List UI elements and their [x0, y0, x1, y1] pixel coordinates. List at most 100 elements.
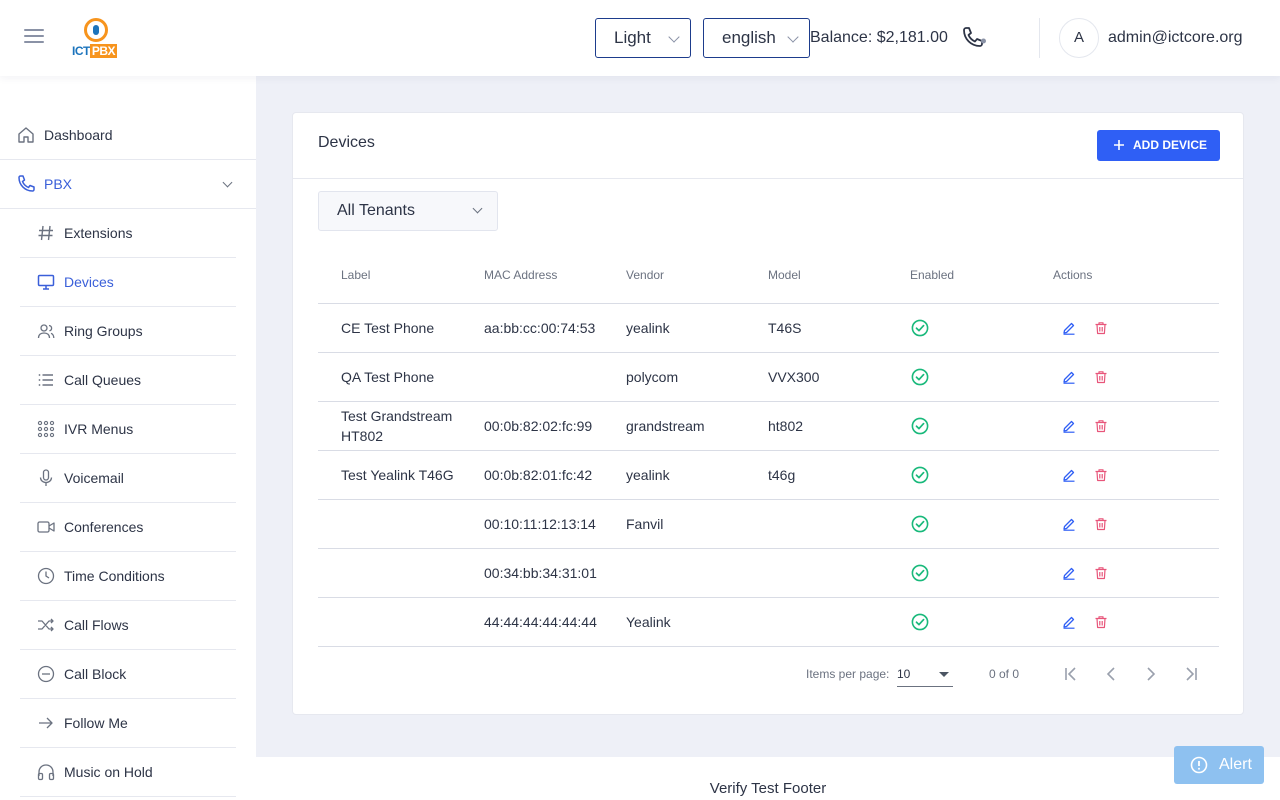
language-select[interactable]: english	[703, 18, 810, 58]
balance-display: Balance: $2,181.00	[810, 29, 948, 46]
edit-icon[interactable]	[1062, 321, 1076, 335]
enabled-check-icon	[911, 515, 929, 533]
sidebar-item-label: Ring Groups	[64, 323, 143, 339]
edit-icon[interactable]	[1062, 419, 1076, 433]
add-device-label: ADD DEVICE	[1133, 138, 1208, 152]
users-icon	[37, 324, 55, 339]
sidebar-item-label: Extensions	[64, 225, 133, 241]
monitor-icon	[37, 274, 55, 290]
sidebar-item-label: Voicemail	[64, 470, 124, 486]
video-camera-icon	[37, 521, 55, 533]
delete-icon[interactable]	[1094, 419, 1108, 433]
items-per-page-value: 10	[897, 667, 911, 681]
delete-icon[interactable]	[1094, 615, 1108, 629]
column-header-mac[interactable]: MAC Address	[484, 268, 557, 282]
arrow-right-icon	[39, 717, 53, 729]
footer-text: Verify Test Footer	[709, 780, 827, 797]
first-page-icon[interactable]	[1061, 664, 1081, 684]
headphones-icon	[37, 764, 55, 781]
next-page-icon[interactable]	[1141, 664, 1161, 684]
edit-icon[interactable]	[1062, 566, 1076, 580]
table-row: 00:34:bb:34:31:01	[318, 549, 1219, 598]
clock-icon	[37, 567, 55, 585]
delete-icon[interactable]	[1094, 321, 1108, 335]
phone-status-icon[interactable]	[960, 27, 988, 49]
logo-text-ict: ICT	[72, 44, 90, 58]
menu-icon[interactable]	[24, 29, 44, 45]
enabled-check-icon	[911, 466, 929, 484]
pager-range: 0 of 0	[989, 667, 1020, 681]
sidebar-item-voicemail[interactable]: Voicemail	[20, 454, 236, 503]
home-icon	[18, 127, 34, 143]
user-email[interactable]: admin@ictcore.org	[1108, 29, 1243, 47]
sidebar-item-ring-groups[interactable]: Ring Groups	[20, 307, 236, 356]
card-divider	[293, 178, 1243, 179]
cell-model: T46S	[768, 320, 802, 336]
edit-icon[interactable]	[1062, 468, 1076, 482]
alert-button[interactable]: Alert	[1174, 746, 1264, 784]
sidebar: Dashboard PBX Extensions Devices Ring Gr…	[0, 76, 256, 800]
edit-icon[interactable]	[1062, 370, 1076, 384]
sidebar-item-label: Dashboard	[44, 127, 113, 143]
sidebar-item-conferences[interactable]: Conferences	[20, 503, 236, 552]
cell-mac: 00:10:11:12:13:14	[484, 516, 596, 532]
cell-label: CE Test Phone	[341, 320, 435, 336]
sidebar-item-label: Time Conditions	[64, 568, 165, 584]
cell-label: Test Grandstream HT802	[341, 408, 453, 444]
previous-page-icon[interactable]	[1101, 664, 1121, 684]
logo-mark-icon	[84, 18, 108, 42]
column-header-vendor[interactable]: Vendor	[626, 268, 664, 282]
sidebar-item-time-conditions[interactable]: Time Conditions	[20, 552, 236, 601]
cell-mac: 44:44:44:44:44:44	[484, 614, 597, 630]
ictpbx-logo[interactable]: ICT PBX	[72, 18, 124, 60]
delete-icon[interactable]	[1094, 370, 1108, 384]
top-header: ICT PBX Light english Balance: $2,181.00 …	[0, 0, 1280, 76]
plus-icon	[1114, 140, 1124, 150]
cell-vendor: Yealink	[626, 614, 671, 630]
tenant-select[interactable]: All Tenants	[318, 191, 498, 231]
sidebar-item-pbx[interactable]: PBX	[0, 160, 256, 209]
cell-vendor: yealink	[626, 320, 670, 336]
sidebar-item-label: Call Flows	[64, 617, 129, 633]
sidebar-item-follow-me[interactable]: Follow Me	[20, 699, 236, 748]
theme-select[interactable]: Light	[595, 18, 691, 58]
items-per-page-select[interactable]: 10	[897, 663, 953, 687]
cell-vendor: grandstream	[626, 418, 705, 434]
cell-model: t46g	[768, 467, 796, 483]
caret-down-icon	[939, 672, 949, 677]
sidebar-item-call-block[interactable]: Call Block	[20, 650, 236, 699]
sidebar-item-extensions[interactable]: Extensions	[20, 209, 236, 258]
logo-text-pbx: PBX	[89, 44, 118, 58]
sidebar-item-label: PBX	[44, 176, 73, 192]
hash-icon	[38, 225, 53, 241]
table-row: QA Test Phone polycom VVX300	[318, 353, 1219, 402]
header-divider	[1039, 18, 1040, 58]
delete-icon[interactable]	[1094, 468, 1108, 482]
page-title: Devices	[318, 134, 375, 151]
cell-model: VVX300	[768, 369, 820, 385]
sidebar-item-devices[interactable]: Devices	[20, 258, 236, 307]
column-header-model[interactable]: Model	[768, 268, 801, 282]
cell-model: ht802	[768, 418, 804, 434]
avatar[interactable]: A	[1059, 18, 1099, 58]
last-page-icon[interactable]	[1181, 664, 1201, 684]
table-row: 00:10:11:12:13:14 Fanvil	[318, 500, 1219, 549]
column-header-enabled[interactable]: Enabled	[910, 268, 954, 282]
sidebar-item-dashboard[interactable]: Dashboard	[0, 111, 256, 160]
sidebar-item-call-flows[interactable]: Call Flows	[20, 601, 236, 650]
cell-label: QA Test Phone	[341, 369, 435, 385]
grid-dots-icon	[37, 420, 55, 438]
column-header-label[interactable]: Label	[341, 268, 370, 282]
sidebar-item-ivr-menus[interactable]: IVR Menus	[20, 405, 236, 454]
delete-icon[interactable]	[1094, 566, 1108, 580]
sidebar-item-music-on-hold[interactable]: Music on Hold	[20, 748, 236, 797]
sidebar-item-label: Conferences	[64, 519, 144, 535]
sidebar-item-call-queues[interactable]: Call Queues	[20, 356, 236, 405]
edit-icon[interactable]	[1062, 615, 1076, 629]
cell-label: Test Yealink T46G	[341, 467, 454, 483]
delete-icon[interactable]	[1094, 517, 1108, 531]
edit-icon[interactable]	[1062, 517, 1076, 531]
language-select-value: english	[722, 28, 776, 47]
sidebar-item-label: Call Block	[64, 666, 127, 682]
add-device-button[interactable]: ADD DEVICE	[1097, 130, 1220, 161]
